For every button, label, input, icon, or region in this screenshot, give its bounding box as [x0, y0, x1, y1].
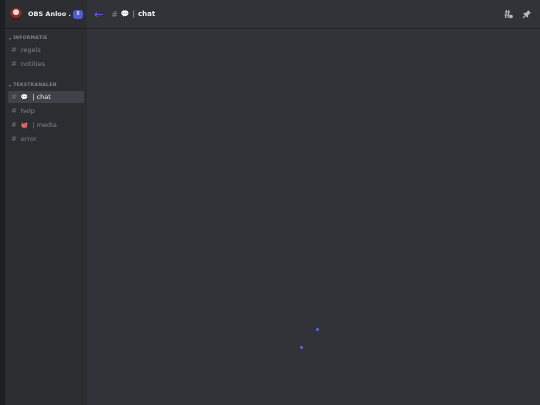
hash-icon: #	[11, 60, 17, 68]
chevron-down-icon: ▾	[9, 83, 12, 88]
pin-icon[interactable]	[522, 9, 532, 19]
server-header[interactable]: OBS Anloo ... 8	[5, 0, 87, 28]
loading-dot	[316, 328, 319, 331]
channel-error[interactable]: # error	[8, 133, 84, 145]
hash-icon: #	[11, 107, 17, 115]
threads-icon[interactable]	[503, 9, 513, 19]
channel-separator: |	[132, 10, 135, 18]
channel-label: media	[36, 121, 57, 129]
channel-regels[interactable]: # regels	[8, 44, 84, 56]
server-avatar	[10, 8, 22, 20]
server-boost-badge: 8	[73, 9, 83, 19]
category-label: TEKSTKANALEN	[13, 83, 57, 88]
channel-label: notities	[20, 60, 46, 68]
channel-media[interactable]: # 🐙 | media	[8, 119, 84, 131]
speech-bubble-emoji: 💬	[120, 10, 130, 18]
channel-label: regels	[20, 46, 41, 54]
channel-label: chat	[36, 93, 51, 101]
loading-dot	[300, 346, 303, 349]
hash-icon: #	[111, 9, 118, 19]
channel-topbar: ← # 💬 | chat	[87, 0, 540, 28]
channel-label: error	[20, 135, 37, 143]
channel-sidebar: OBS Anloo ... 8 ▾ INFORMATIE # regels # …	[5, 0, 87, 405]
chat-area: ← # 💬 | chat	[87, 0, 540, 405]
octopus-emoji: 🐙	[20, 121, 29, 129]
channel-title: chat	[138, 10, 156, 18]
hash-icon: #	[11, 46, 17, 54]
category-informatie[interactable]: ▾ INFORMATIE	[9, 36, 87, 41]
hash-icon: #	[11, 93, 17, 101]
chevron-down-icon: ▾	[9, 36, 12, 41]
category-label: INFORMATIE	[13, 36, 48, 41]
server-name: OBS Anloo ...	[28, 10, 71, 18]
channel-label: help	[20, 107, 35, 115]
channel-separator: |	[32, 93, 35, 101]
channel-separator: |	[32, 121, 35, 129]
category-tekstkanalen[interactable]: ▾ TEKSTKANALEN	[9, 83, 87, 88]
back-arrow-icon[interactable]: ←	[94, 9, 103, 20]
hash-icon: #	[11, 121, 17, 129]
hash-icon: #	[11, 135, 17, 143]
speech-bubble-emoji: 💬	[20, 93, 29, 101]
channel-help[interactable]: # help	[8, 105, 84, 117]
channel-chat[interactable]: # 💬 | chat	[8, 91, 84, 103]
channel-notities[interactable]: # notities	[8, 58, 84, 70]
